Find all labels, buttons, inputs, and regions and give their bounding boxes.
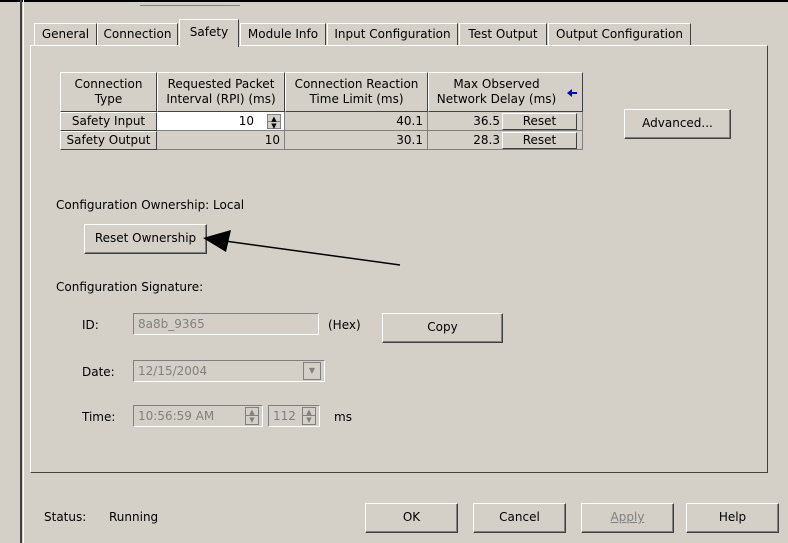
tab-module-info[interactable]: Module Info [240, 23, 326, 45]
limit-safety-output: 30.1 [285, 131, 428, 150]
ms-label: ms [334, 410, 352, 424]
signature-time-field: 10:56:59 AM [133, 405, 263, 427]
header-reaction-limit: Connection Reaction Time Limit (ms) [285, 72, 428, 112]
reset-ownership-button[interactable]: Reset Ownership [84, 224, 207, 254]
tab-test-output[interactable]: Test Output [459, 23, 547, 45]
window-left-highlight [23, 0, 24, 543]
row-type-safety-input: Safety Input [60, 112, 157, 131]
ms-spinner-icon: ▲ ▼ [302, 407, 316, 425]
copy-button[interactable]: Copy [382, 313, 503, 343]
time-spinner-icon: ▲ ▼ [245, 407, 259, 425]
tab-connection[interactable]: Connection [97, 23, 178, 45]
limit-safety-input: 40.1 [285, 112, 428, 131]
rpi-spinner[interactable]: ▲ ▼ [267, 114, 281, 129]
chevron-down-icon: ▼ [303, 362, 321, 380]
status-value: Running [109, 510, 159, 524]
tab-output-configuration[interactable]: Output Configuration [548, 23, 691, 45]
spin-down-icon[interactable]: ▼ [268, 122, 280, 129]
header-connection-type: Connection Type [60, 72, 157, 112]
ownership-label: Configuration Ownership: Local [56, 198, 245, 212]
window-left-edge [20, 0, 22, 543]
signature-date-field: 12/15/2004 [133, 360, 325, 382]
rpi-safety-output: 10 [157, 131, 285, 150]
connection-table: Connection Type Requested Packet Interval … [60, 72, 583, 160]
window-top-edge [0, 0, 788, 2]
cancel-button[interactable]: Cancel [473, 503, 566, 533]
title-fragment [140, 0, 240, 6]
signature-label: Configuration Signature: [56, 280, 204, 294]
tab-safety[interactable]: Safety [179, 19, 239, 47]
tab-general[interactable]: General [34, 23, 97, 45]
advanced-button[interactable]: Advanced... [624, 109, 731, 139]
date-label: Date: [82, 365, 115, 379]
id-label: ID: [82, 318, 99, 332]
tab-input-configuration[interactable]: Input Configuration [327, 23, 458, 45]
header-rpi: Requested Packet Interval (RPI) (ms) [157, 72, 285, 112]
hex-label: (Hex) [328, 318, 361, 332]
annotation-arrow-icon [203, 230, 401, 266]
time-label: Time: [82, 410, 116, 424]
apply-button[interactable]: Apply [581, 503, 674, 533]
left-arrow-icon [567, 89, 577, 97]
help-button[interactable]: Help [686, 503, 779, 533]
rpi-input-safety-input[interactable]: 10 [157, 112, 285, 131]
signature-id-field: 8a8b_9365 [133, 313, 319, 335]
reset-button-safety-input[interactable]: Reset [502, 113, 577, 130]
ok-button[interactable]: OK [365, 503, 458, 533]
row-type-safety-output: Safety Output [60, 131, 157, 150]
reset-button-safety-output[interactable]: Reset [502, 132, 577, 149]
status-label: Status: [44, 510, 87, 524]
header-network-delay: Max Observed Network Delay (ms) [428, 72, 583, 112]
